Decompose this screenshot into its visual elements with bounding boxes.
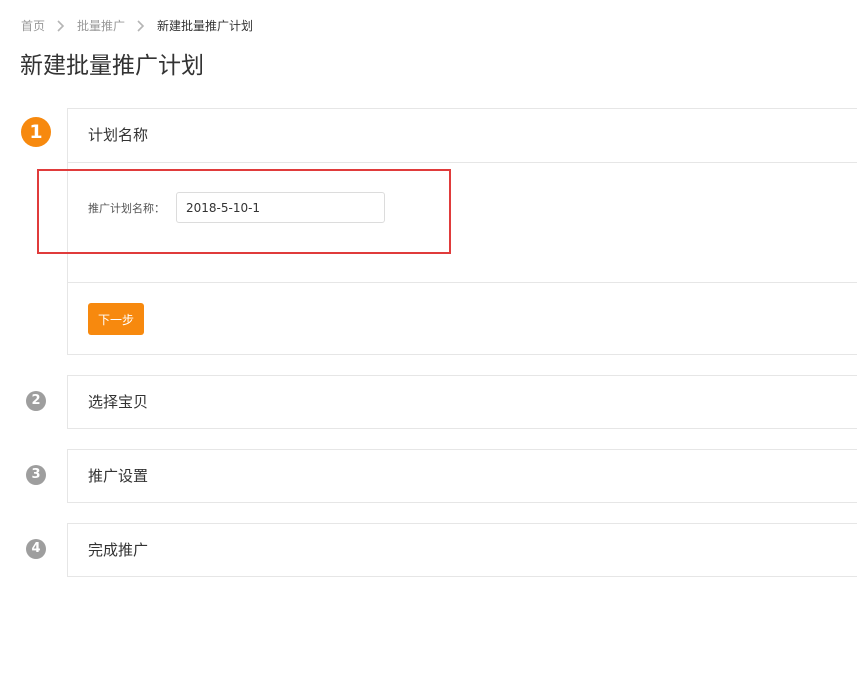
next-step-button[interactable]: 下一步 (88, 303, 144, 335)
breadcrumb: 首页 批量推广 新建批量推广计划 (21, 17, 253, 35)
chevron-right-icon (131, 17, 151, 35)
step-4-panel[interactable]: 完成推广 (67, 523, 857, 577)
step-2-panel[interactable]: 选择宝贝 (67, 375, 857, 429)
step-1-footer: 下一步 (68, 283, 857, 355)
step-4-title: 完成推广 (88, 541, 149, 559)
breadcrumb-current: 新建批量推广计划 (157, 19, 254, 33)
step-1-panel: 计划名称 下一步 (67, 108, 857, 355)
page: 首页 批量推广 新建批量推广计划 新建批量推广计划 1 计划名称 下一步 推广计… (0, 0, 857, 692)
chevron-right-icon (51, 17, 71, 35)
step-4-badge: 4 (26, 539, 46, 559)
page-title: 新建批量推广计划 (20, 53, 204, 79)
step-1-title: 计划名称 (68, 109, 857, 163)
step-3-badge: 3 (26, 465, 46, 485)
step-1-badge: 1 (21, 117, 51, 147)
breadcrumb-batch-link[interactable]: 批量推广 (77, 17, 125, 35)
plan-name-section (68, 163, 857, 283)
plan-name-input[interactable] (176, 192, 385, 223)
step-2-title: 选择宝贝 (88, 393, 149, 411)
step-3-title: 推广设置 (88, 467, 149, 485)
breadcrumb-home-link[interactable]: 首页 (21, 17, 45, 35)
step-3-panel[interactable]: 推广设置 (67, 449, 857, 503)
step-2-badge: 2 (26, 391, 46, 411)
plan-name-label: 推广计划名称： (88, 202, 165, 215)
